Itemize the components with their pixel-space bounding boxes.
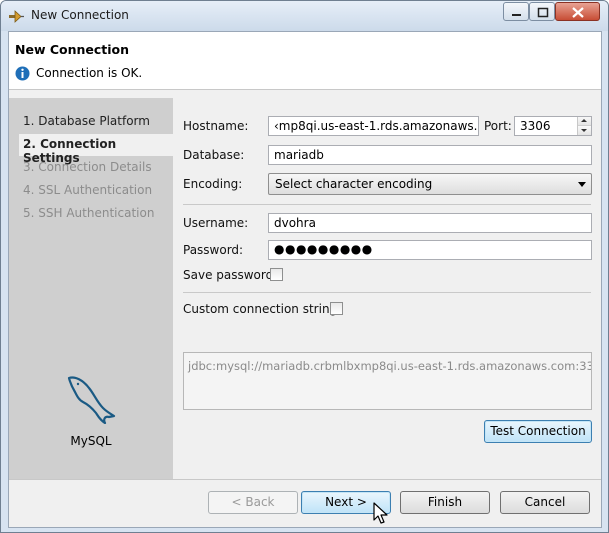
divider <box>183 204 591 205</box>
dialog-client: New Connection Connection is OK. 1. Data… <box>8 31 602 528</box>
title-bar[interactable]: New Connection <box>1 1 608 31</box>
spin-up-icon[interactable] <box>578 117 591 126</box>
status-message: Connection is OK. <box>36 66 143 80</box>
username-label: Username: <box>183 216 249 230</box>
wizard-steps-sidebar: 1. Database Platform 2. Connection Setti… <box>9 98 173 479</box>
cancel-button[interactable]: Cancel <box>500 491 590 514</box>
encoding-value: Select character encoding <box>275 177 433 191</box>
dialog-window: New Connection New Connection Connection… <box>0 0 609 533</box>
maximize-icon <box>537 7 549 18</box>
app-plug-icon <box>9 10 24 23</box>
chevron-down-icon <box>578 182 586 187</box>
password-label: Password: <box>183 243 244 257</box>
mysql-dolphin-icon <box>67 376 116 424</box>
info-icon <box>15 66 30 81</box>
save-password-checkbox[interactable] <box>270 268 283 281</box>
page-title: New Connection <box>15 42 130 57</box>
minimize-button[interactable] <box>503 2 529 21</box>
step-ssl-authentication: 4. SSL Authentication <box>23 183 153 197</box>
custom-connection-string-textarea[interactable]: jdbc:mysql://mariadb.crbmlbxmp8qi.us-eas… <box>183 352 592 410</box>
step-database-platform[interactable]: 1. Database Platform <box>23 114 150 128</box>
custom-string-checkbox[interactable] <box>330 302 343 315</box>
platform-label: MySQL <box>70 434 112 448</box>
port-spinner[interactable] <box>577 117 591 135</box>
username-input[interactable]: dvohra <box>268 213 592 233</box>
minimize-icon <box>512 14 521 16</box>
step-ssh-authentication: 5. SSH Authentication <box>23 206 155 220</box>
port-label: Port: <box>484 119 512 133</box>
port-input[interactable]: 3306 <box>514 116 592 136</box>
hostname-input[interactable]: ‹mp8qi.us-east-1.rds.amazonaws.com <box>268 116 479 136</box>
maximize-button[interactable] <box>529 2 555 21</box>
encoding-label: Encoding: <box>183 177 243 191</box>
back-button: < Back <box>208 491 298 514</box>
step-connection-details: 3. Connection Details <box>23 160 152 174</box>
encoding-select[interactable]: Select character encoding <box>268 173 592 195</box>
mouse-cursor-icon <box>373 502 388 524</box>
spin-down-icon[interactable] <box>578 126 591 135</box>
step-connection-settings[interactable]: 2. Connection Settings <box>19 134 173 165</box>
close-icon <box>572 7 584 18</box>
hostname-label: Hostname: <box>183 119 249 133</box>
wizard-header: New Connection Connection is OK. <box>9 32 601 90</box>
close-button[interactable] <box>555 2 600 21</box>
database-input[interactable]: mariadb <box>268 145 592 165</box>
footer-divider <box>9 479 601 480</box>
finish-button[interactable]: Finish <box>400 491 490 514</box>
custom-string-label: Custom connection string: <box>183 302 342 316</box>
port-value: 3306 <box>520 119 551 133</box>
divider <box>183 292 591 293</box>
database-label: Database: <box>183 148 245 162</box>
save-password-label: Save password: <box>183 268 278 282</box>
window-title: New Connection <box>31 8 129 22</box>
password-input[interactable]: ●●●●●●●●● <box>268 240 592 260</box>
connection-settings-form: Hostname: ‹mp8qi.us-east-1.rds.amazonaws… <box>173 98 601 479</box>
test-connection-button[interactable]: Test Connection <box>484 420 592 443</box>
